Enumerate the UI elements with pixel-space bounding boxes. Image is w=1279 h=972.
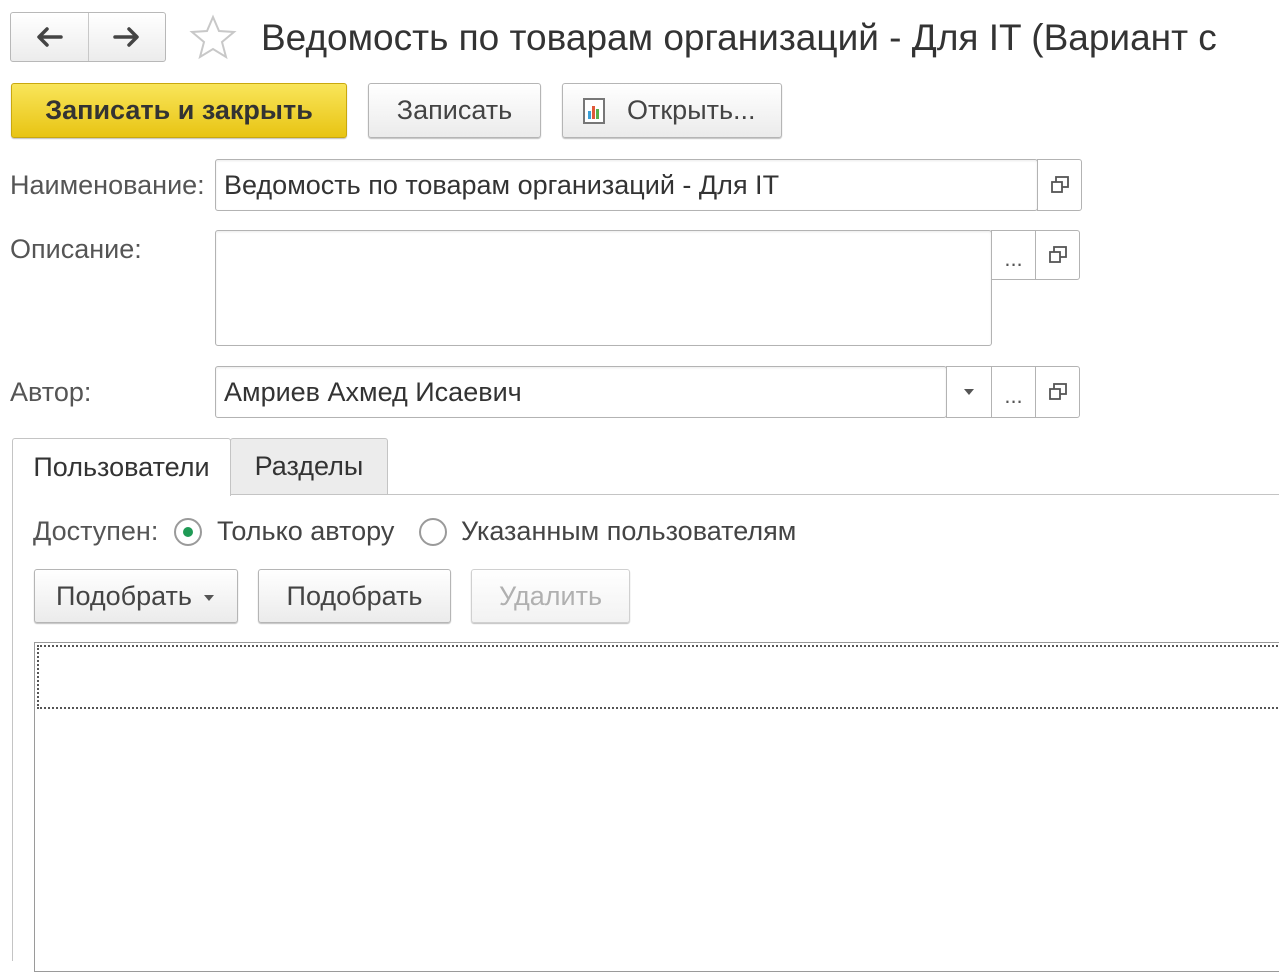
description-select-button[interactable]: ...: [991, 230, 1036, 280]
name-open-button[interactable]: [1037, 159, 1082, 211]
author-field[interactable]: Амриев Ахмед Исаевич: [215, 366, 947, 418]
open-window-icon: [1050, 176, 1069, 193]
radio-only-author[interactable]: [174, 518, 202, 546]
name-value: Ведомость по товарам организаций - Для I…: [224, 170, 780, 200]
forward-button[interactable]: [87, 13, 166, 61]
description-label: Описание:: [10, 234, 142, 264]
ellipsis-icon: ...: [1004, 246, 1023, 271]
report-icon: [583, 97, 605, 124]
radio-specified-users-label[interactable]: Указанным пользователям: [461, 516, 796, 547]
back-button[interactable]: [11, 13, 88, 61]
ellipsis-icon: ...: [1004, 383, 1023, 408]
author-label: Автор:: [10, 377, 92, 407]
tab-users[interactable]: Пользователи: [12, 438, 231, 496]
author-open-button[interactable]: [1035, 366, 1080, 418]
author-dropdown-button[interactable]: [946, 366, 992, 418]
delete-button[interactable]: Удалить: [471, 569, 630, 623]
favorite-button[interactable]: [188, 14, 238, 60]
open-window-icon: [1048, 383, 1067, 400]
users-table[interactable]: [34, 642, 1279, 972]
name-label: Наименование:: [10, 170, 205, 200]
description-open-button[interactable]: [1035, 230, 1080, 280]
chevron-down-icon: [964, 389, 974, 395]
window-title: Ведомость по товарам организаций - Для I…: [261, 17, 1217, 58]
tab-sections[interactable]: Разделы: [230, 438, 388, 495]
navigation-buttons: [10, 12, 166, 62]
radio-selected-dot: [183, 527, 193, 537]
tab-panel-border: [12, 495, 13, 961]
description-field[interactable]: [215, 230, 992, 346]
table-row[interactable]: [37, 645, 1279, 709]
open-window-icon: [1048, 246, 1067, 263]
radio-only-author-label[interactable]: Только автору: [217, 516, 394, 547]
pick-dropdown-label: Подобрать: [56, 580, 192, 611]
open-button-label: Открыть...: [627, 95, 756, 125]
name-field[interactable]: Ведомость по товарам организаций - Для I…: [215, 159, 1038, 211]
save-button[interactable]: Записать: [368, 83, 541, 138]
save-and-close-button[interactable]: Записать и закрыть: [11, 83, 347, 138]
star-outline-icon: [189, 14, 237, 60]
available-label: Доступен:: [33, 516, 159, 546]
arrow-left-icon: [37, 27, 63, 47]
arrow-right-icon: [113, 27, 139, 47]
radio-specified-users[interactable]: [419, 518, 447, 546]
author-value: Амриев Ахмед Исаевич: [224, 377, 522, 407]
pick-dropdown-button[interactable]: Подобрать: [34, 569, 238, 623]
author-select-button[interactable]: ...: [991, 366, 1036, 418]
open-button[interactable]: Открыть...: [562, 83, 782, 138]
pick-button[interactable]: Подобрать: [258, 569, 451, 623]
chevron-down-icon: [203, 595, 214, 601]
